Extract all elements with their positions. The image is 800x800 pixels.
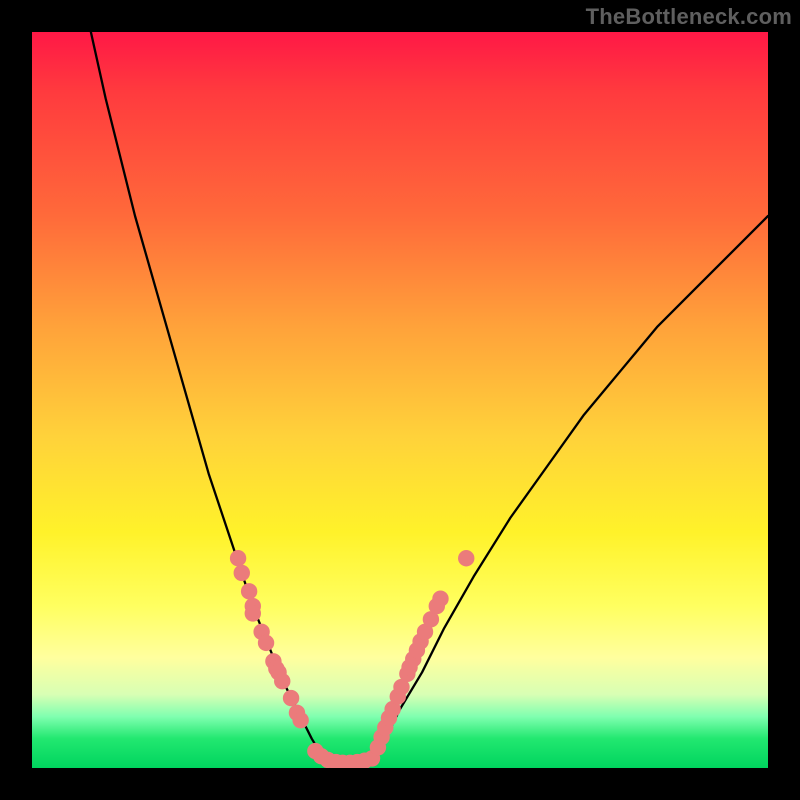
data-marker (283, 690, 299, 706)
data-marker (234, 565, 250, 581)
data-marker (458, 550, 474, 566)
bottleneck-curve (91, 32, 768, 764)
chart-stage: TheBottleneck.com (0, 0, 800, 800)
data-marker (258, 635, 274, 651)
data-marker (241, 583, 257, 599)
marker-layer (230, 550, 475, 768)
data-marker (292, 712, 308, 728)
watermark-label: TheBottleneck.com (586, 4, 792, 30)
data-marker (274, 673, 290, 689)
data-marker (245, 605, 261, 621)
data-marker (432, 591, 448, 607)
data-marker (230, 550, 246, 566)
chart-svg (32, 32, 768, 768)
plot-area (32, 32, 768, 768)
curve-layer (91, 32, 768, 764)
